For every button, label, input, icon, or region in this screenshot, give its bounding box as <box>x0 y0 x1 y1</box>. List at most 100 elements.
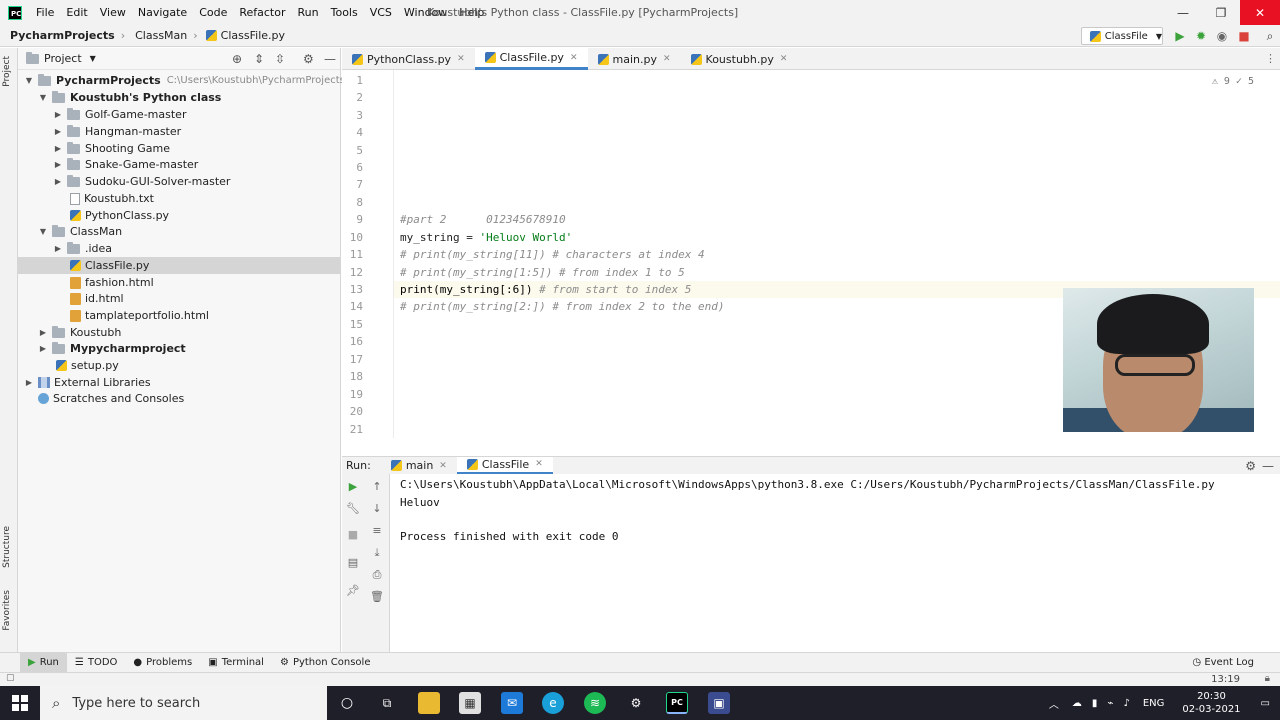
close-icon[interactable]: ✕ <box>535 459 543 469</box>
run-config-dropdown[interactable]: ClassFile ▼ <box>1081 27 1163 45</box>
settings-icon[interactable]: ⚙ <box>625 692 647 714</box>
chevron-down-icon[interactable]: ▼ <box>90 54 96 63</box>
event-log-button[interactable]: ◷ Event Log <box>1192 657 1254 668</box>
tree-item[interactable]: ▶ Koustubh <box>38 324 121 341</box>
tool-tab-todo[interactable]: ☰ TODO <box>67 653 126 673</box>
debug-icon[interactable]: ✹ <box>1193 28 1209 44</box>
arrow-up-icon[interactable]: ↑ <box>370 480 384 494</box>
tool-tab-problems[interactable]: ● Problems <box>125 653 200 673</box>
task-view-icon[interactable]: ⧉ <box>376 692 398 714</box>
tree-item[interactable]: tamplateportfolio.html <box>70 307 209 324</box>
tool-tab-run[interactable]: ▶ Run <box>20 652 67 673</box>
tree-item[interactable]: Scratches and Consoles <box>38 390 184 407</box>
mail-icon[interactable]: ✉ <box>501 692 523 714</box>
start-button[interactable] <box>0 686 40 720</box>
minimize-button[interactable]: — <box>1164 0 1202 25</box>
tab-classfile[interactable]: ClassFile.py ✕ <box>474 48 588 70</box>
tree-item[interactable]: fashion.html <box>70 274 154 291</box>
scroll-to-end-icon[interactable]: ⤓ <box>370 546 384 560</box>
menu-code[interactable]: Code <box>193 6 233 19</box>
close-icon[interactable]: ✕ <box>663 54 671 64</box>
coverage-icon[interactable]: ◉ <box>1214 28 1230 44</box>
close-icon[interactable]: ✕ <box>780 54 788 64</box>
cortana-icon[interactable]: ○ <box>336 692 358 714</box>
hide-icon[interactable]: — <box>1262 459 1274 473</box>
run-console[interactable]: C:\Users\Koustubh\AppData\Local\Microsof… <box>390 474 1280 652</box>
tree-item[interactable]: id.html <box>70 290 124 307</box>
more-tabs-icon[interactable]: ⋮ <box>1265 52 1276 65</box>
arrow-down-icon[interactable]: ↓ <box>370 502 384 516</box>
gear-icon[interactable]: ⚙ <box>303 52 314 66</box>
menu-navigate[interactable]: Navigate <box>132 6 193 19</box>
hide-icon[interactable]: — <box>324 52 336 66</box>
menu-edit[interactable]: Edit <box>60 6 93 19</box>
tree-item[interactable]: ▶ External Libraries <box>24 374 151 391</box>
menu-tools[interactable]: Tools <box>325 6 364 19</box>
menu-file[interactable]: File <box>30 6 60 19</box>
tree-item[interactable]: ▼ Koustubh's Python class <box>38 89 221 106</box>
run-icon[interactable]: ▶ <box>1172 28 1188 44</box>
wrench-icon[interactable]: 🔧︎ <box>346 502 360 516</box>
trash-icon[interactable]: 🗑︎ <box>370 590 384 604</box>
cloud-icon[interactable]: ☁ <box>1072 698 1082 709</box>
tree-item-selected[interactable]: ClassFile.py <box>18 257 341 274</box>
tool-tab-python-console[interactable]: ⚙ Python Console <box>272 653 379 673</box>
gear-icon[interactable]: ⚙ <box>1245 459 1256 473</box>
tree-item[interactable]: ▶ Golf-Game-master <box>53 106 186 123</box>
battery-icon[interactable]: ▮ <box>1092 698 1098 709</box>
restore-button[interactable]: ❐ <box>1202 0 1240 25</box>
menu-view[interactable]: View <box>94 6 132 19</box>
stop-icon[interactable]: ■ <box>1236 28 1252 44</box>
breadcrumb-root[interactable]: PycharmProjects <box>0 29 115 42</box>
file-explorer-icon[interactable] <box>418 692 440 714</box>
tree-item[interactable]: setup.py <box>56 357 119 374</box>
volume-icon[interactable]: ♪ <box>1123 698 1129 709</box>
menu-run[interactable]: Run <box>292 6 325 19</box>
close-icon[interactable]: ✕ <box>457 54 465 64</box>
project-panel-title[interactable]: Project <box>44 52 82 65</box>
locate-icon[interactable]: ⊕ <box>232 52 242 66</box>
tree-item[interactable]: ▶ Shooting Game <box>53 140 170 157</box>
tree-item[interactable]: Koustubh.txt <box>70 190 154 207</box>
spotify-icon[interactable]: ≋ <box>584 692 606 714</box>
layout-icon[interactable]: ▤ <box>346 556 360 570</box>
favorites-tool-tab[interactable]: Favorites <box>2 590 12 631</box>
recorder-icon[interactable]: ▣ <box>708 692 730 714</box>
taskbar-search-box[interactable]: ⌕ Type here to search <box>40 686 327 720</box>
notifications-icon[interactable]: ▭ <box>1261 698 1270 709</box>
tree-item[interactable]: PythonClass.py <box>70 207 169 224</box>
expand-all-icon[interactable]: ⇕ <box>254 52 264 66</box>
breadcrumb-folder[interactable]: ClassMan <box>125 29 187 42</box>
print-icon[interactable]: ⎙ <box>370 568 384 582</box>
tree-item[interactable]: ▼ ClassMan <box>38 223 122 240</box>
caret-position[interactable]: 13:19 <box>1211 674 1240 685</box>
store-icon[interactable]: ▦ <box>459 692 481 714</box>
chevron-up-icon[interactable]: ︿ <box>1049 696 1059 711</box>
tool-tab-terminal[interactable]: ▣ Terminal <box>200 653 272 673</box>
inspection-widget[interactable]: ⚠ 9 ✓ 5 <box>1212 76 1254 87</box>
language-indicator[interactable]: ENG <box>1143 698 1165 709</box>
close-icon[interactable]: ✕ <box>439 461 447 471</box>
close-icon[interactable]: ✕ <box>570 53 578 63</box>
run-tab-main[interactable]: main ✕ <box>381 457 457 475</box>
tree-item[interactable]: ▶ Mypycharmproject <box>38 340 186 357</box>
tree-item[interactable]: ▶ Hangman-master <box>53 123 181 140</box>
soft-wrap-icon[interactable]: ≡ <box>370 524 384 538</box>
toggle-panels-icon[interactable]: ▢ <box>6 673 15 683</box>
tab-koustubh[interactable]: Koustubh.py ✕ <box>681 48 798 70</box>
tab-pythonclass[interactable]: PythonClass.py ✕ <box>342 48 475 70</box>
stop-icon[interactable]: ■ <box>346 528 360 542</box>
tree-item-root[interactable]: ▼ PycharmProjects C:\Users\Koustubh\Pych… <box>24 72 345 89</box>
taskbar-clock[interactable]: 20:30 02-03-2021 <box>1182 690 1240 716</box>
tree-item[interactable]: ▶ .idea <box>53 240 112 257</box>
tree-item[interactable]: ▶ Sudoku-GUI-Solver-master <box>53 173 230 190</box>
pycharm-taskbar-icon[interactable]: PC <box>666 692 688 714</box>
tab-main[interactable]: main.py ✕ <box>588 48 681 70</box>
menu-refactor[interactable]: Refactor <box>233 6 291 19</box>
edge-icon[interactable]: e <box>542 692 564 714</box>
close-button[interactable]: ✕ <box>1240 0 1280 25</box>
run-tab-classfile[interactable]: ClassFile ✕ <box>456 456 553 475</box>
project-tool-tab[interactable]: Project <box>2 56 12 87</box>
rerun-icon[interactable]: ▶ <box>346 480 360 494</box>
tree-item[interactable]: ▶ Snake-Game-master <box>53 156 198 173</box>
